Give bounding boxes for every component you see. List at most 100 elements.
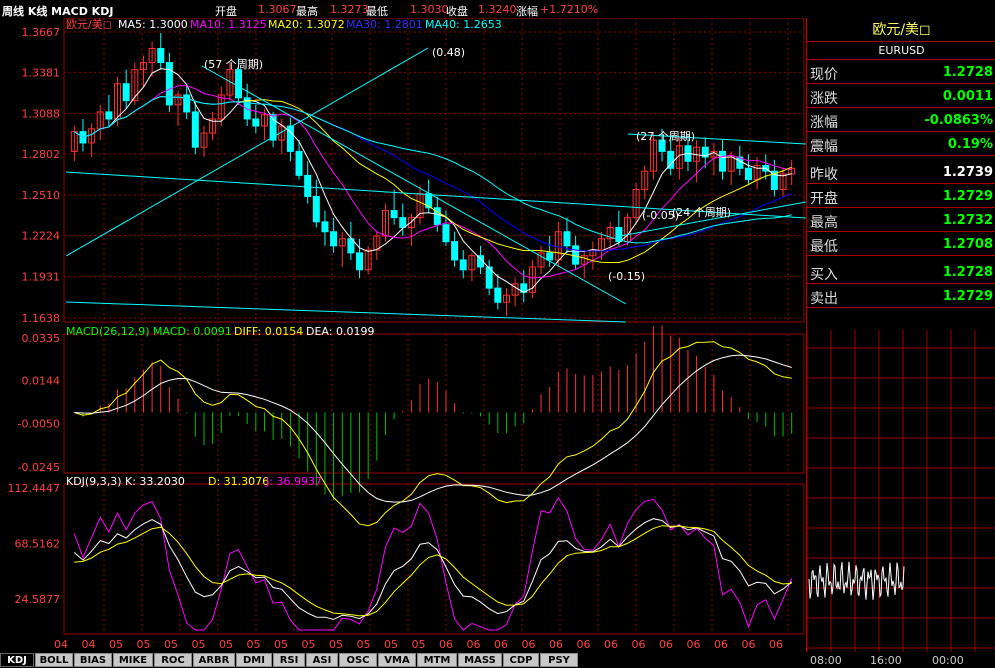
x-tick-label: 06 (687, 638, 701, 651)
tab-asi[interactable]: ASI (306, 653, 338, 667)
candle-body[interactable] (122, 83, 130, 102)
trend-line[interactable] (65, 47, 429, 257)
x-tick-label: 06 (714, 638, 728, 651)
price-panel[interactable] (65, 32, 806, 323)
candle-body[interactable] (719, 150, 727, 172)
price-tick-label: 1.2224 (22, 229, 61, 242)
quote-row-label: 买入 (810, 267, 838, 283)
tab-vma[interactable]: VMA (378, 653, 416, 667)
quote-row: 涨跌 0.0011 (807, 84, 995, 108)
x-tick-label: 05 (357, 638, 371, 651)
kdj-d-line (74, 525, 792, 617)
quote-row-value: 1.2739 (942, 165, 993, 180)
quote-row-label: 开盘 (810, 191, 838, 207)
candle-body[interactable] (157, 47, 165, 64)
candle-body[interactable] (572, 245, 580, 265)
quote-symbol: EURUSD (807, 42, 995, 60)
annotation-24-periods: (24 个周期) (672, 206, 731, 219)
tab-dmi[interactable]: DMI (236, 653, 272, 667)
tab-mass[interactable]: MASS (458, 653, 502, 667)
candle-body[interactable] (321, 221, 329, 233)
kdj-panel[interactable] (73, 496, 793, 631)
annotation-57-periods: (57 个周期) (204, 58, 263, 71)
candle-body[interactable] (330, 231, 338, 247)
annotation-slope-048: (0.48) (432, 46, 465, 59)
kdj-tick-label: 68.5162 (15, 537, 61, 550)
quote-row-value: 1.2728 (942, 265, 993, 280)
tab-rsi[interactable]: RSI (273, 653, 305, 667)
axis-labels: 1.3667 1.3381 1.3088 1.2802 1.2510 1.2224 1.19… (8, 26, 784, 651)
candle-body[interactable] (105, 111, 113, 120)
quote-row: 卖出 1.2729 (807, 284, 995, 308)
quote-row-label: 卖出 (810, 291, 838, 307)
candle-body[interactable] (744, 167, 752, 181)
price-tick-label: 1.3667 (22, 26, 61, 39)
x-tick-label: 06 (494, 638, 508, 651)
change-label: 涨幅 (516, 5, 538, 18)
candle-body[interactable] (295, 150, 303, 176)
candle-body[interactable] (304, 174, 312, 197)
tab-arbr[interactable]: ARBR (193, 653, 235, 667)
ma5-legend: MA5: 1.3000 (118, 18, 188, 31)
quote-row: 现价 1.2728 (807, 60, 995, 84)
tab-boll[interactable]: BOLL (35, 653, 73, 667)
candle-body[interactable] (563, 231, 571, 247)
x-tick-label: 05 (192, 638, 206, 651)
quote-row-value: 0.0011 (942, 89, 993, 104)
time-label-0000: 00:00 (932, 654, 964, 667)
tab-mtm[interactable]: MTM (417, 653, 457, 667)
kdj-j-line (73, 496, 793, 631)
candle-body[interactable] (312, 195, 320, 223)
candle-body[interactable] (546, 252, 554, 261)
candle-body[interactable] (494, 287, 502, 303)
high-label: 最高 (296, 5, 318, 18)
x-tick-label: 04 (54, 638, 68, 651)
trend-line[interactable] (65, 301, 627, 323)
quote-row: 昨收 1.2739 (807, 160, 995, 184)
quote-row-label: 震幅 (810, 139, 838, 155)
ma30-legend: MA30: 1.2801 (346, 18, 423, 31)
tab-osc[interactable]: OSC (339, 653, 377, 667)
open-label: 开盘 (215, 5, 237, 18)
ma20-legend: MA20: 1.3072 (268, 18, 345, 31)
kdj-tick-label: 112.4447 (8, 482, 61, 495)
x-tick-label: 05 (412, 638, 426, 651)
candle-body[interactable] (356, 252, 364, 271)
macd-panel[interactable] (74, 325, 793, 527)
low-value: 1.3030 (410, 3, 449, 16)
x-tick-label: 06 (577, 638, 591, 651)
candle-body[interactable] (451, 241, 459, 261)
tab-mike[interactable]: MIKE (113, 653, 153, 667)
candle-body[interactable] (399, 217, 407, 229)
x-tick-label: 05 (302, 638, 316, 651)
tab-kdj[interactable]: KDJ (0, 653, 34, 667)
trend-line[interactable] (201, 65, 627, 305)
kdj-d-legend: D: 31.3076 (208, 475, 269, 488)
x-tick-label: 05 (164, 638, 178, 651)
quote-row-label: 昨收 (810, 167, 838, 183)
price-tick-label: 1.3088 (22, 108, 61, 121)
tab-cdp[interactable]: CDP (503, 653, 539, 667)
intraday-price-line (808, 561, 905, 600)
candle-body[interactable] (235, 69, 243, 99)
quote-row-value: 1.2728 (942, 65, 993, 80)
tab-roc[interactable]: ROC (154, 653, 192, 667)
candle-body[interactable] (390, 210, 398, 219)
x-tick-label: 05 (247, 638, 261, 651)
candle-body[interactable] (459, 259, 467, 271)
quote-row-label: 现价 (810, 67, 838, 83)
kdj-legend: KDJ(9,3,3) K: 33.2030 (66, 475, 185, 488)
close-label: 收盘 (446, 5, 468, 18)
tab-psy[interactable]: PSY (540, 653, 578, 667)
ma40-legend: MA40: 1.2653 (425, 18, 502, 31)
candle-body[interactable] (442, 224, 450, 243)
intraday-chart[interactable] (807, 330, 995, 652)
indicator-tab-bar: KDJ BOLL BIAS MIKE ROC ARBR DMI RSI ASI OSC VMA MTM… (0, 652, 806, 668)
macd-frame (63, 333, 805, 474)
tab-bias[interactable]: BIAS (74, 653, 112, 667)
chart-area[interactable]: 1.3667 1.3381 1.3088 1.2802 1.2510 1.2224 1.19… (0, 18, 806, 652)
candle-body[interactable] (252, 118, 260, 127)
macd-tick-label: 0.0335 (22, 332, 61, 345)
kdj-k-line (73, 518, 793, 620)
candle-body[interactable] (191, 111, 199, 148)
